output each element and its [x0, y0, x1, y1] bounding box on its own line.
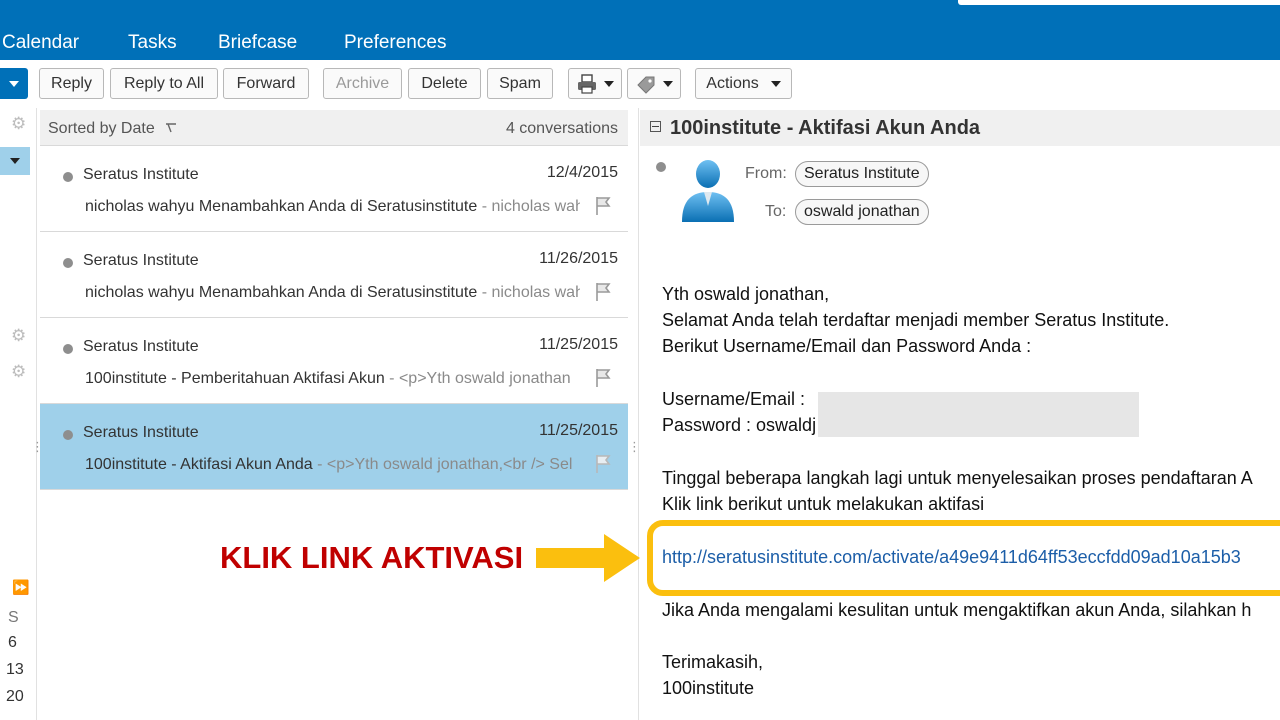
pane-splitter-handle[interactable]: ⋮ [31, 440, 44, 453]
conversation-count: 4 conversations [505, 120, 618, 137]
message-date: 11/25/2015 [539, 422, 618, 439]
unread-dot-icon [63, 344, 73, 354]
message-fragment: - <p>Yth oswald jonathan,<br /> Sel [312, 456, 573, 473]
message-sender: Seratus Institute [83, 424, 199, 441]
body-line: 100institute [662, 678, 755, 698]
flag-icon[interactable] [594, 196, 612, 216]
body-line: Jika Anda mengalami kesulitan untuk meng… [662, 600, 1252, 620]
calendar-day-header: S [8, 609, 19, 626]
calendar-next-icon[interactable]: ⏩ [12, 579, 29, 596]
delete-button[interactable]: Delete [408, 68, 481, 99]
message-date: 12/4/2015 [546, 164, 618, 181]
chevron-down-icon [604, 80, 614, 87]
unread-dot-icon [63, 430, 73, 440]
message-date: 11/25/2015 [539, 336, 618, 353]
move-folder-button[interactable] [568, 68, 622, 99]
archive-button[interactable]: Archive [323, 68, 402, 99]
chevron-down-icon [10, 158, 20, 164]
calendar-day[interactable]: 6 [8, 634, 17, 652]
subject-text: 100institute - Pemberitahuan Aktifasi Ak… [85, 370, 385, 387]
calendar-day[interactable]: 13 [6, 661, 24, 679]
message-sender: Seratus Institute [83, 338, 199, 355]
read-status-dot-icon [656, 162, 666, 172]
actions-label: Actions [706, 74, 759, 92]
top-nav-bar [0, 0, 1280, 60]
annotation-label: KLIK LINK AKTIVASI [220, 540, 524, 575]
to-label: To: [765, 203, 787, 220]
flag-icon[interactable] [594, 454, 612, 474]
print-icon [578, 73, 596, 94]
collapse-icon[interactable] [650, 121, 661, 132]
avatar-icon [682, 160, 734, 222]
message-fragment: - nicholas wahyu [481, 198, 580, 215]
body-line: Selamat Anda telah terdaftar menjadi mem… [662, 310, 1170, 330]
reply-all-button[interactable]: Reply to All [110, 68, 218, 99]
message-fragment: - <p>Yth oswald jonathan [384, 370, 571, 387]
tag-button[interactable] [627, 68, 681, 99]
body-line: Tinggal beberapa langkah lagi untuk meny… [662, 468, 1253, 488]
spam-button[interactable]: Spam [487, 68, 553, 99]
reading-pane-header: 100institute - Aktifasi Akun Anda [640, 110, 1280, 146]
search-input[interactable] [958, 0, 1280, 5]
chevron-down-icon [663, 80, 673, 87]
list-item[interactable]: Seratus Institute 11/25/2015 100institut… [40, 318, 628, 404]
folder-selected-toggle[interactable] [0, 147, 30, 175]
arrow-right-icon [536, 534, 640, 582]
from-label: From: [745, 165, 787, 182]
subject-text: nicholas wahyu Menambahkan Anda di Serat… [85, 284, 478, 301]
gear-icon[interactable]: ⚙ [11, 115, 26, 132]
forward-button[interactable]: Forward [223, 68, 309, 99]
body-line: Klik link berikut untuk melakukan aktifa… [662, 494, 985, 514]
link-highlight-box [647, 520, 1280, 596]
list-item[interactable]: Seratus Institute 12/4/2015 nicholas wah… [40, 146, 628, 232]
calendar-day[interactable]: 20 [6, 688, 24, 706]
body-line: Terimakasih, [662, 652, 764, 672]
body-line: Password : oswaldj [662, 415, 817, 435]
body-line: Username/Email : [662, 389, 806, 409]
from-address-pill[interactable]: Seratus Institute [795, 161, 929, 187]
flag-icon[interactable] [594, 368, 612, 388]
tab-tasks[interactable]: Tasks [128, 32, 177, 54]
tag-icon [637, 76, 655, 94]
new-message-dropdown[interactable] [0, 68, 28, 99]
unread-dot-icon [63, 258, 73, 268]
message-subject: 100institute - Pemberitahuan Aktifasi Ak… [85, 370, 580, 388]
message-fragment: - nicholas wahyu [481, 284, 580, 301]
body-line: Yth oswald jonathan, [662, 284, 830, 304]
sort-icon[interactable] [165, 122, 177, 134]
gear-icon[interactable]: ⚙ [11, 327, 26, 344]
message-sender: Seratus Institute [83, 252, 199, 269]
message-subject: 100institute - Aktifasi Akun Anda - <p>Y… [85, 456, 580, 474]
message-subject-title: 100institute - Aktifasi Akun Anda [670, 117, 981, 139]
tab-calendar[interactable]: Calendar [2, 32, 79, 54]
chevron-down-icon [770, 80, 781, 87]
subject-text: 100institute - Aktifasi Akun Anda [85, 456, 313, 473]
redaction-block [818, 392, 1139, 437]
message-date: 11/26/2015 [539, 250, 618, 267]
list-header: Sorted by Date 4 conversations [40, 110, 628, 146]
subject-text: nicholas wahyu Menambahkan Anda di Serat… [85, 198, 478, 215]
message-subject: nicholas wahyu Menambahkan Anda di Serat… [85, 284, 580, 302]
chevron-down-icon [9, 80, 19, 87]
body-line: Berikut Username/Email dan Password Anda… [662, 336, 1032, 356]
list-item-selected[interactable]: Seratus Institute 11/25/2015 100institut… [40, 404, 628, 490]
reply-button[interactable]: Reply [39, 68, 104, 99]
message-subject: nicholas wahyu Menambahkan Anda di Serat… [85, 198, 580, 216]
gear-icon[interactable]: ⚙ [11, 363, 26, 380]
message-sender: Seratus Institute [83, 166, 199, 183]
to-address-pill[interactable]: oswald jonathan [795, 199, 929, 225]
tab-preferences[interactable]: Preferences [344, 32, 446, 54]
tab-briefcase[interactable]: Briefcase [218, 32, 297, 54]
flag-icon[interactable] [594, 282, 612, 302]
actions-menu-button[interactable]: Actions [695, 68, 792, 99]
folder-sidebar [0, 108, 37, 720]
list-item[interactable]: Seratus Institute 11/26/2015 nicholas wa… [40, 232, 628, 318]
unread-dot-icon [63, 172, 73, 182]
sort-label[interactable]: Sorted by Date [48, 120, 155, 138]
